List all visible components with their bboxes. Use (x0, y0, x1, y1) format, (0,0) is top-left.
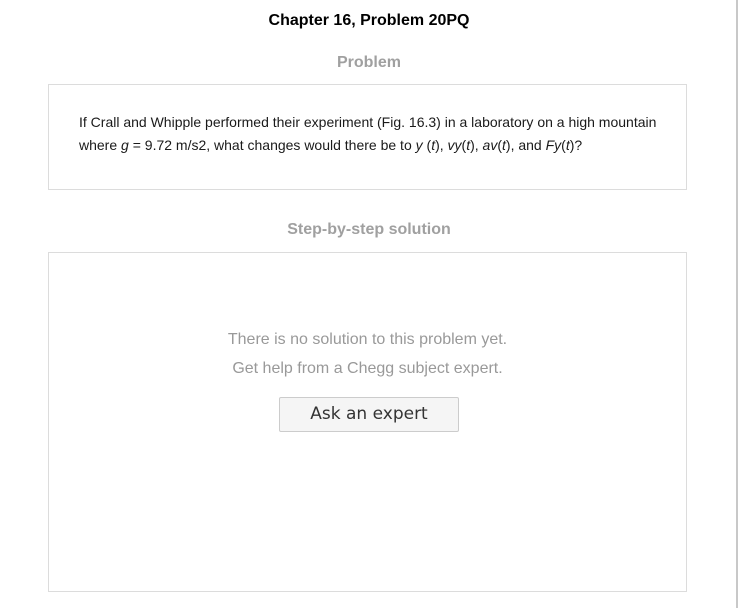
problem-var-vy: vy (447, 137, 462, 153)
problem-panel: If Crall and Whipple performed their exp… (48, 84, 687, 190)
page-title: Chapter 16, Problem 20PQ (268, 12, 470, 29)
problem-text: If Crall and Whipple performed their exp… (79, 111, 669, 157)
problem-var-y: y (415, 137, 423, 153)
problem-text-part: )? (569, 137, 583, 153)
problem-var-g: g (121, 137, 129, 153)
problem-var-fy: Fy (545, 137, 562, 153)
ask-expert-button[interactable]: Ask an expert (279, 397, 459, 432)
problem-text-part: ), and (505, 137, 546, 153)
problem-text-part: ( (422, 137, 432, 153)
problem-var-av: av (482, 137, 498, 153)
problem-text-part: ), (435, 137, 448, 153)
problem-heading: Problem (336, 54, 401, 71)
solution-panel: There is no solution to this problem yet… (48, 252, 687, 592)
problem-text-part: = 9.72 m/s2, what changes would there be… (128, 137, 416, 153)
problem-text-part: ), (470, 137, 483, 153)
expert-help-message: Get help from a Chegg subject expert. (232, 360, 503, 377)
solution-heading: Step-by-step solution (287, 221, 451, 238)
no-solution-message: There is no solution to this problem yet… (227, 331, 508, 348)
